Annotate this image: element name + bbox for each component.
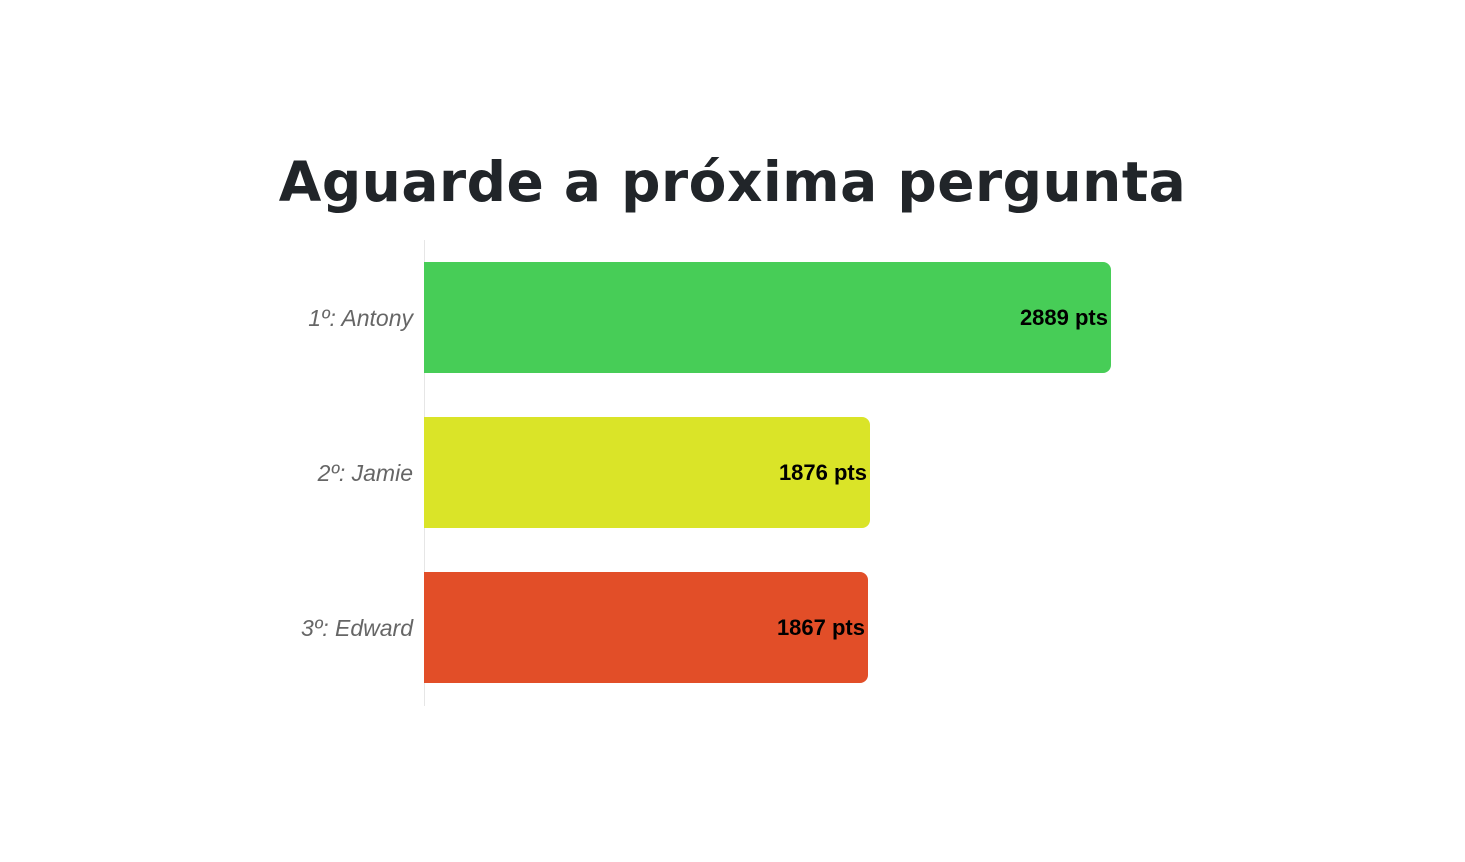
score-value-label: 1867 pts [776, 614, 865, 640]
score-bar: 1876 pts [424, 417, 870, 528]
bar-label: 1º: Antony [308, 304, 413, 331]
page-title: Aguarde a próxima pergunta [278, 150, 1187, 214]
score-bar: 2889 pts [424, 262, 1111, 373]
bar-label: 2º: Jamie [317, 459, 413, 486]
ranking-screen: Aguarde a próxima pergunta 1º: Antony 288… [0, 0, 1465, 862]
score-bar: 1867 pts [424, 572, 868, 683]
bar-label: 3º: Edward [301, 614, 413, 641]
score-value-label: 1876 pts [778, 459, 867, 485]
score-value-label: 2889 pts [1019, 304, 1108, 330]
